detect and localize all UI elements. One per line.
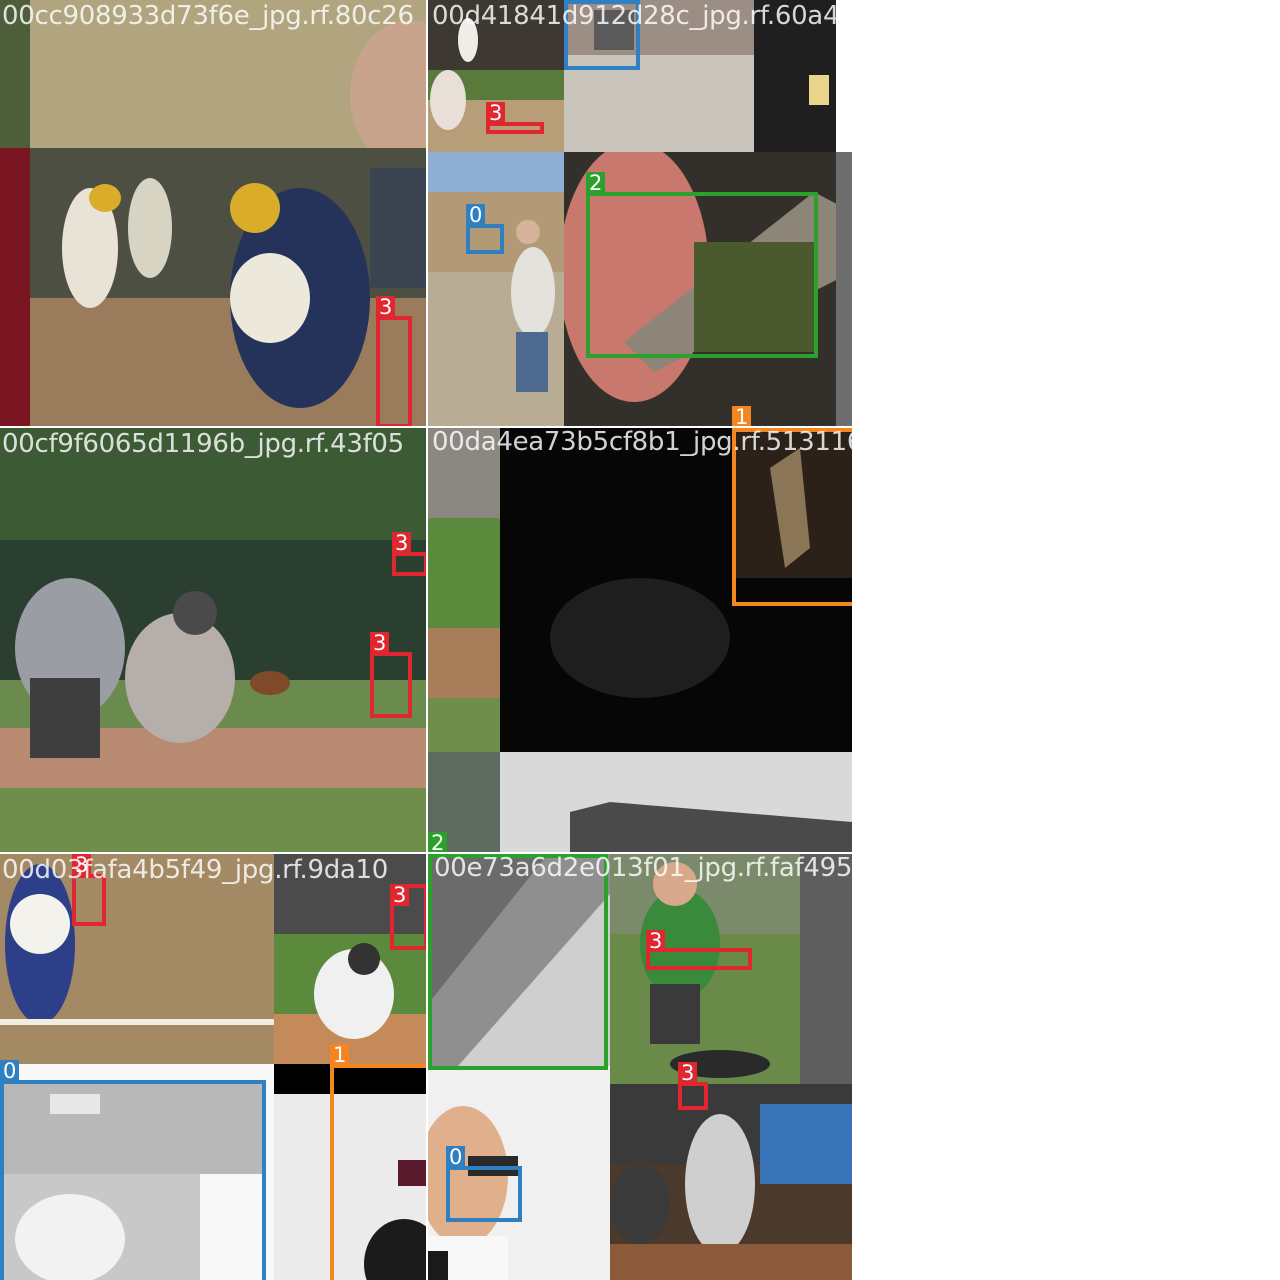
bbox-class-label: 2 bbox=[428, 832, 448, 852]
bbox-handgun bbox=[446, 1166, 522, 1222]
tile-filename: 00e73a6d2e013f01_jpg.rf.faf495b48a5df729 bbox=[434, 854, 852, 883]
tile-1: 00cc908933d73f6e_jpg.rf.80c26 3 bbox=[0, 0, 426, 426]
tile-filename: 00da4ea73b5cf8b1_jpg.rf.5131160344991000… bbox=[432, 428, 852, 457]
bbox-knife bbox=[428, 854, 608, 1070]
photo-baseball-batter bbox=[610, 1084, 852, 1280]
bbox-class-label: 0 bbox=[466, 204, 486, 226]
tile-filename: 00cc908933d73f6e_jpg.rf.80c26 bbox=[2, 1, 414, 31]
bbox-class-label: 0 bbox=[0, 1060, 20, 1082]
bbox-class-label: 0 bbox=[446, 1146, 466, 1168]
bbox-class-label: 3 bbox=[390, 884, 410, 906]
bbox-class-label: 3 bbox=[370, 632, 390, 654]
mosaic-grid: 00cc908933d73f6e_jpg.rf.80c26 3 00d41841… bbox=[0, 0, 852, 1280]
tile-3: 00cf9f6065d1196b_jpg.rf.43f05 3 3 bbox=[0, 428, 426, 852]
photo-softball-batter bbox=[0, 148, 426, 426]
tile-2: 00d41841d912d28c_jpg.rf.60a4b40b011b222c… bbox=[428, 0, 852, 426]
photo-gray-panel bbox=[800, 854, 852, 1084]
tile-filename: 00d03fafa4b5f49_jpg.rf.9da10 bbox=[2, 855, 389, 885]
photo-shooting-range bbox=[428, 152, 564, 426]
bbox-class-label: 1 bbox=[330, 1044, 350, 1066]
bbox-class-label: 1 bbox=[732, 406, 752, 426]
bbox-class-label: 3 bbox=[376, 296, 396, 318]
photo-field-strip bbox=[428, 428, 500, 752]
photo-pistol-gray bbox=[500, 752, 852, 852]
bbox-class-label: 3 bbox=[392, 532, 412, 554]
tile-4: 00da4ea73b5cf8b1_jpg.rf.5131160344991000… bbox=[428, 428, 852, 852]
bbox-handgun bbox=[0, 1080, 266, 1280]
bbox-handgun bbox=[466, 224, 504, 254]
bbox-bat bbox=[678, 1082, 708, 1110]
bbox-knife bbox=[586, 192, 818, 358]
bbox-class-label: 2 bbox=[586, 172, 606, 194]
grid-separator bbox=[426, 0, 428, 1280]
tile-5: 00d03fafa4b5f49_jpg.rf.9da10 3 3 0 1 bbox=[0, 854, 426, 1280]
bbox-bat bbox=[370, 652, 412, 718]
bbox-class-label: 3 bbox=[678, 1062, 698, 1084]
tile-6: 00e73a6d2e013f01_jpg.rf.faf495b48a5df729… bbox=[428, 854, 852, 1280]
photo-catcher-umpire bbox=[0, 428, 426, 852]
bbox-class-label: 3 bbox=[646, 930, 666, 952]
tile-filename: 00d41841d912d28c_jpg.rf.60a4b40b011b222c bbox=[432, 1, 852, 31]
bbox-bat bbox=[392, 552, 426, 576]
bbox-bat bbox=[376, 316, 412, 426]
bbox-class-label: 3 bbox=[486, 102, 506, 124]
tile-filename: 00cf9f6065d1196b_jpg.rf.43f05 bbox=[2, 429, 404, 459]
bbox-rifle bbox=[330, 1064, 426, 1280]
photo-softball-runner bbox=[0, 854, 274, 1064]
